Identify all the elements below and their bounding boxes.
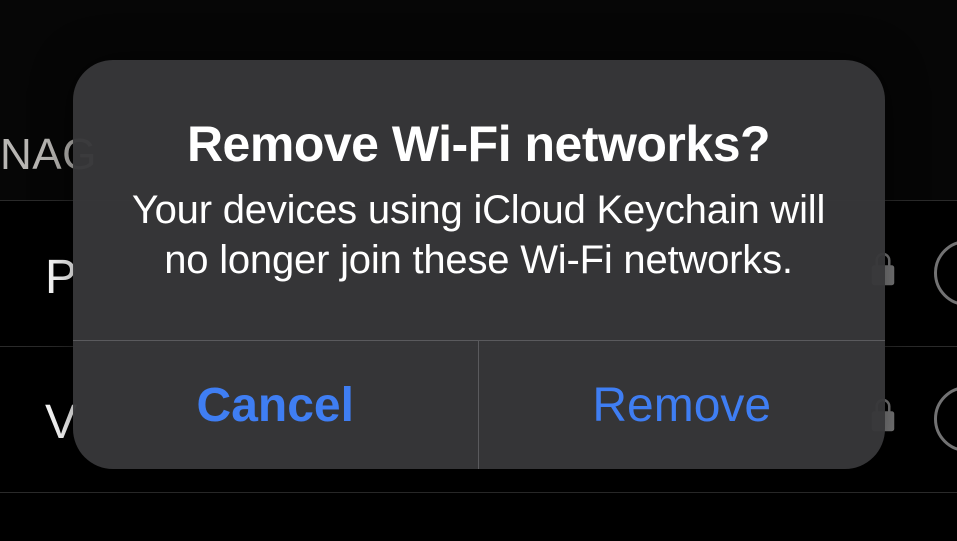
cancel-button[interactable]: Cancel	[73, 341, 479, 469]
alert-button-row: Cancel Remove	[73, 340, 885, 469]
remove-button[interactable]: Remove	[478, 341, 885, 469]
alert-content: Remove Wi-Fi networks? Your devices usin…	[73, 60, 885, 340]
remove-button-label: Remove	[592, 378, 771, 433]
cancel-button-label: Cancel	[197, 378, 354, 433]
confirmation-alert: Remove Wi-Fi networks? Your devices usin…	[73, 60, 885, 469]
alert-message: Your devices using iCloud Keychain will …	[113, 185, 845, 285]
alert-title: Remove Wi-Fi networks?	[113, 115, 845, 173]
modal-overlay: Remove Wi-Fi networks? Your devices usin…	[0, 0, 957, 541]
